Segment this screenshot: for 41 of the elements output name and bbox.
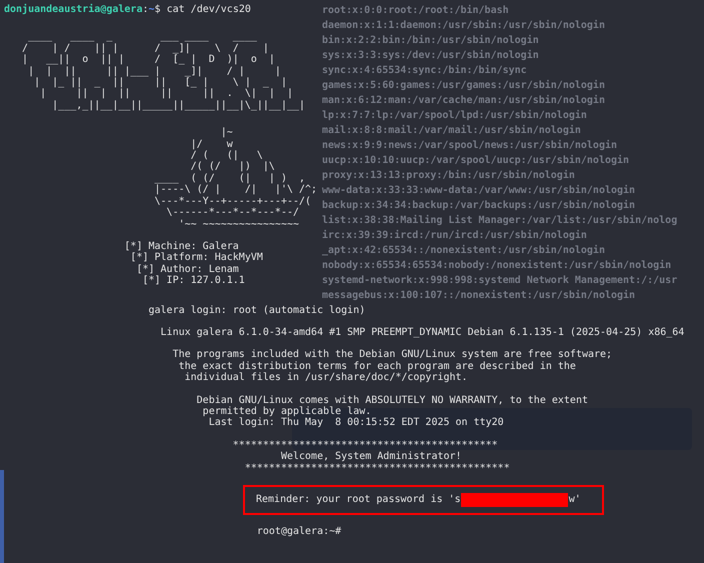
background-output-line: _apt:x:42:65534::/nonexistent:/usr/sbin/nologin xyxy=(322,244,605,258)
output-line: ******************************************** xyxy=(244,462,510,474)
background-output-line: daemon:x:1:1:daemon:/usr/sbin:/usr/sbin/nologin xyxy=(322,18,605,33)
background-output-line: man:x:6:12:man:/var/cache/man:/usr/sbin/nologin xyxy=(322,94,605,108)
output-line: individual files in /usr/share/doc/*/copyright. xyxy=(184,372,468,384)
output-line: permitted by applicable law. xyxy=(202,406,372,418)
background-output-line: list:x:38:38:Mailing List Manager:/var/list:/usr/sbin/nolog xyxy=(322,214,678,228)
ascii-art: ____ ____ _ ___ ____ ____ / | / || | / _]| \ / | | __|| o || | / [_ | D )| o | | | || || |___ | _]| / | | | |_ || _ || || [_ | \ | _ | | || | || || || . \| | | |___,_||__|__||_____||_____||__|\_||__|__| xyxy=(21,31,306,112)
output-line: Welcome, System Administrator! xyxy=(280,451,462,463)
background-output-line: systemd-network:x:998:998:systemd Network Management:/:/usr xyxy=(322,274,678,288)
background-output-line: proxy:x:13:13:proxy:/bin:/usr/sbin/nologin xyxy=(322,168,575,183)
background-output-line: uucp:x:10:10:uucp:/var/spool/uucp:/usr/sbin/nologin xyxy=(322,154,630,168)
login-line: galera login: root (automatic login) xyxy=(147,304,366,316)
output-line: Debian GNU/Linux comes with ABSOLUTELY NO WARRANTY, to the extent xyxy=(196,394,588,406)
background-output-line: lp:x:7:7:lp:/var/spool/lpd:/usr/sbin/nologin xyxy=(322,108,587,123)
command-line: donjuandeaustria@galera:~$ cat /dev/vcs20 xyxy=(4,4,251,16)
output-line: [*] Author: Lenam xyxy=(135,264,239,275)
background-output-line: nobody:x:65534:65534:nobody:/nonexistent:/usr/sbin/nologin xyxy=(322,258,672,273)
background-output-line: sync:x:4:65534:sync:/bin:/bin/sync xyxy=(322,64,527,78)
output-line: the exact distribution terms for each program are described in the xyxy=(178,360,576,372)
reminder-text: Reminder: your root password is 's xyxy=(256,494,461,506)
output-line: [*] Machine: Galera xyxy=(123,240,239,252)
output-line: Last login: Thu May 8 00:15:52 EDT 2025 on tty20 xyxy=(208,417,504,429)
output-line: [*] IP: 127.0.1.1 xyxy=(141,275,245,287)
output-line: ******************************************** xyxy=(232,440,498,451)
background-output-line: messagebus:x:100:107::/nonexistent:/usr/sbin/nologin xyxy=(322,288,636,303)
background-output-line: www-data:x:33:33:www-data:/var/www:/usr/sbin/nologin xyxy=(322,184,636,198)
background-output-line: mail:x:8:8:mail:/var/mail:/usr/sbin/nologin xyxy=(322,124,581,138)
output-line: Linux galera 6.1.0-34-amd64 #1 SMP PREEMPT_DYNAMIC Debian 6.1.135-1 (2025-04-25) x86_64 xyxy=(160,326,684,338)
ascii-art: |~ |/ w / ( (| \ /( (/ |) |\ ____ ( (/ (| | ) , |----\ (/ | /| |'\ /^; \---*---Y--+-----+---+--/( \------*---*--*---*--/ '~~ ~~~~~~~~~~~~~~~~ xyxy=(154,127,318,230)
background-output-line: games:x:5:60:games:/usr/games:/usr/sbin/nologin xyxy=(322,78,605,93)
background-output-line: backup:x:34:34:backup:/var/backups:/usr/sbin/nologin xyxy=(322,198,636,213)
output-line: root@galera:~# xyxy=(256,526,342,538)
reminder-text: w' xyxy=(568,494,581,506)
background-output-line: root:x:0:0:root:/root:/bin/bash xyxy=(322,4,509,18)
background-output-line: news:x:9:9:news:/var/spool/news:/usr/sbin/nologin xyxy=(322,138,618,153)
background-output-line: irc:x:39:39:ircd:/run/ircd:/usr/sbin/nologin xyxy=(322,228,587,243)
output-line: The programs included with the Debian GNU/Linux system are free software; xyxy=(172,349,612,361)
background-output-line: sys:x:3:3:sys:/dev:/usr/sbin/nologin xyxy=(322,48,539,63)
output-line: [*] Platform: HackMyVM xyxy=(129,252,263,264)
background-output-line: bin:x:2:2:bin:/bin:/usr/sbin/nologin xyxy=(322,34,539,48)
